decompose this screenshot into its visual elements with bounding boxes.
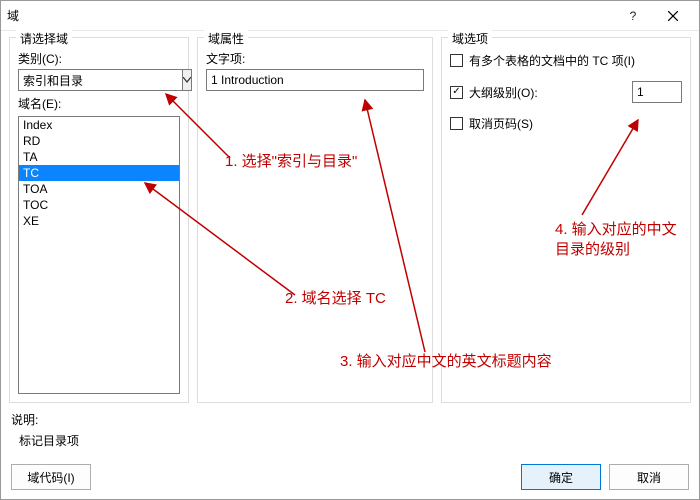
list-item[interactable]: TA xyxy=(19,149,179,165)
help-button[interactable]: ? xyxy=(613,2,653,30)
description-area: 说明: 标记目录项 xyxy=(1,407,699,455)
list-item[interactable]: XE xyxy=(19,213,179,229)
checkbox-nopage-label: 取消页码(S) xyxy=(469,115,533,132)
cancel-button[interactable]: 取消 xyxy=(609,464,689,490)
list-item[interactable]: Index xyxy=(19,117,179,133)
list-item[interactable]: TOA xyxy=(19,181,179,197)
dialog-footer: 域代码(I) 确定 取消 xyxy=(1,455,699,499)
close-icon xyxy=(668,11,678,21)
close-button[interactable] xyxy=(653,2,693,30)
list-item[interactable]: RD xyxy=(19,133,179,149)
fieldname-label: 域名(E): xyxy=(18,95,180,112)
ok-button[interactable]: 确定 xyxy=(521,464,601,490)
group-field-properties: 域属性 文字项: xyxy=(197,37,433,403)
description-label: 说明: xyxy=(11,411,689,428)
dialog-title: 域 xyxy=(7,7,613,24)
field-dialog: 域 ? 请选择域 类别(C): 域名(E): IndexRD xyxy=(0,0,700,500)
group-title-right: 域选项 xyxy=(448,30,492,47)
category-select[interactable] xyxy=(18,69,180,91)
field-codes-button[interactable]: 域代码(I) xyxy=(11,464,91,490)
list-item[interactable]: TOC xyxy=(19,197,179,213)
group-title-mid: 域属性 xyxy=(204,30,248,47)
outline-level-input[interactable] xyxy=(632,81,682,103)
list-item[interactable]: TC xyxy=(19,165,179,181)
group-select-field: 请选择域 类别(C): 域名(E): IndexRDTATCTOATOCXE xyxy=(9,37,189,403)
group-field-options: 域选项 有多个表格的文档中的 TC 项(I) 大纲级别(O): 取消页码(S) xyxy=(441,37,691,403)
category-select-value[interactable] xyxy=(18,69,183,91)
checkbox-nopage[interactable] xyxy=(450,117,463,130)
chevron-down-icon[interactable] xyxy=(183,69,192,91)
group-title-left: 请选择域 xyxy=(16,30,72,47)
fieldname-listbox[interactable]: IndexRDTATCTOATOCXE xyxy=(18,116,180,394)
checkbox-multi[interactable] xyxy=(450,54,463,67)
textitem-label: 文字项: xyxy=(206,50,424,67)
textitem-input[interactable] xyxy=(206,69,424,91)
category-label: 类别(C): xyxy=(18,50,180,67)
checkbox-outline-label: 大纲级别(O): xyxy=(469,84,538,101)
titlebar: 域 ? xyxy=(1,1,699,31)
checkbox-outline[interactable] xyxy=(450,86,463,99)
dialog-content: 请选择域 类别(C): 域名(E): IndexRDTATCTOATOCXE 域… xyxy=(1,31,699,407)
description-value: 标记目录项 xyxy=(11,432,689,449)
checkbox-multi-label: 有多个表格的文档中的 TC 项(I) xyxy=(469,52,635,69)
